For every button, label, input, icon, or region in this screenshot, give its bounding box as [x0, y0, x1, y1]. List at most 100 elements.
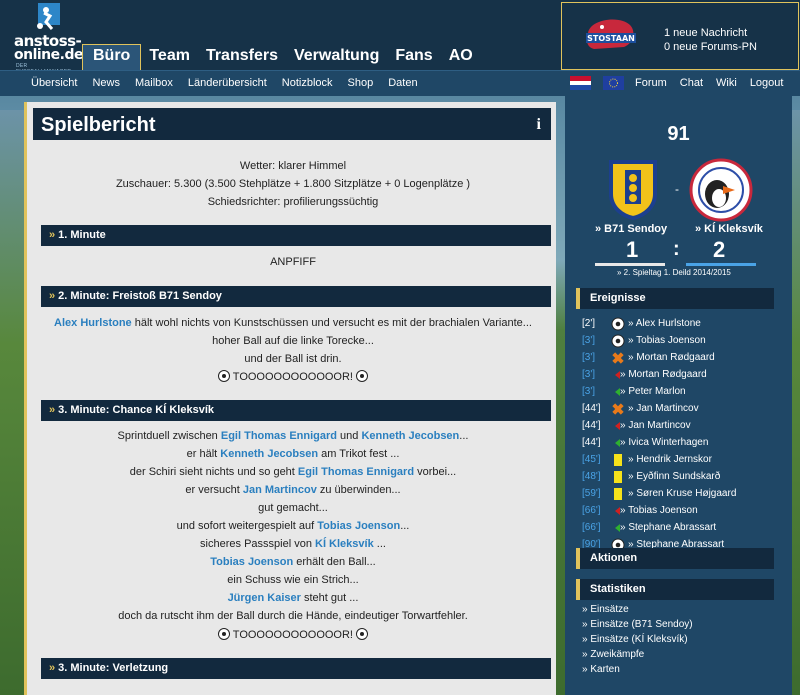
report-line: hoher Ball auf die linke Torecke...	[212, 335, 374, 347]
event-player-link[interactable]: » Tobias Joenson	[628, 335, 706, 346]
report-line: Alex Hurlstone hält wohl nichts von Kuns…	[54, 317, 532, 329]
player-link[interactable]: Tobias Joenson	[210, 556, 293, 568]
event-row: [66'] » Tobias Joenson	[582, 503, 782, 520]
forum-link[interactable]: Forum	[635, 77, 667, 89]
event-minute: [44']	[582, 420, 601, 431]
user-box: STOSTAAN 1 neue Nachricht 0 neue Forums-…	[561, 2, 799, 70]
event-minute: [3']	[582, 352, 596, 363]
stats-header[interactable]: Statistiken	[576, 579, 774, 600]
away-crest-icon[interactable]	[689, 158, 753, 222]
event-player-link[interactable]: » Mortan Rødgaard	[620, 369, 707, 380]
stats-link-einsaetze[interactable]: » Einsätze	[582, 604, 693, 619]
logo-text-line2: online.de	[14, 47, 83, 63]
score-separator: :	[673, 238, 680, 260]
event-minute: [45']	[582, 454, 601, 465]
stats-link-zweikaempfe[interactable]: » Zweikämpfe	[582, 649, 693, 664]
events-list: [2'] » Alex Hurlstone [3'] » Tobias Joenson…	[582, 316, 782, 554]
subnav-daten[interactable]: Daten	[388, 77, 417, 89]
site-logo[interactable]: anstoss- online.de DER FUSSBALLMANAGER	[14, 2, 83, 75]
injury-icon	[611, 402, 625, 416]
home-color-bar	[595, 263, 665, 266]
event-minute: [44']	[582, 403, 601, 414]
events-header[interactable]: Ereignisse	[576, 288, 774, 309]
nav-ao[interactable]: AO	[441, 44, 481, 70]
forum-pm-link[interactable]: 0 neue Forums-PN	[664, 41, 757, 53]
nav-fans[interactable]: Fans	[387, 44, 440, 70]
stadium-backdrop-right	[792, 110, 800, 695]
yellow-card-icon	[611, 470, 625, 484]
nav-buero[interactable]: Büro	[82, 44, 142, 70]
eu-flag-icon[interactable]	[603, 76, 624, 90]
subnav-mailbox[interactable]: Mailbox	[135, 77, 173, 89]
player-link[interactable]: Jürgen Kaiser	[228, 592, 301, 604]
player-link[interactable]: Alex Hurlstone	[54, 317, 132, 329]
event-player-link[interactable]: » Tobias Joenson	[620, 505, 698, 516]
team-link[interactable]: KÍ Kleksvík	[315, 538, 374, 550]
logo-player-icon	[37, 3, 60, 30]
event-player-link[interactable]: » Hendrik Jernskor	[628, 454, 712, 465]
club-logo-icon[interactable]: STOSTAAN	[580, 13, 642, 59]
home-crest-icon[interactable]	[607, 160, 659, 220]
injury-icon	[611, 351, 625, 365]
subnav-news[interactable]: News	[92, 77, 120, 89]
event-row: [3'] » Peter Marlon	[582, 384, 782, 401]
logo-text-line1: anstoss-	[14, 32, 82, 50]
section-minute-2: » 2. Minute: Freistoß B71 Sendoy	[41, 286, 551, 307]
event-player-link[interactable]: » Søren Kruse Højgaard	[628, 488, 736, 499]
player-link[interactable]: Egil Thomas Ennigard	[298, 466, 414, 478]
nav-team[interactable]: Team	[141, 44, 198, 70]
player-link[interactable]: Tobias Joenson	[317, 520, 400, 532]
home-team-link[interactable]: » B71 Sendoy	[595, 223, 667, 235]
player-link[interactable]: Jan Martincov	[243, 484, 317, 496]
nav-verwaltung[interactable]: Verwaltung	[286, 44, 387, 70]
event-player-link[interactable]: » Eyðfinn Sundskarð	[628, 471, 720, 482]
event-minute: [44']	[582, 437, 601, 448]
stats-link-einsaetze-away[interactable]: » Einsätze (KÍ Kleksvík)	[582, 634, 693, 649]
football-icon	[217, 628, 230, 640]
event-player-link[interactable]: » Mortan Rødgaard	[628, 352, 715, 363]
new-message-link[interactable]: 1 neue Nachricht	[664, 27, 747, 39]
chat-link[interactable]: Chat	[680, 77, 703, 89]
wiki-link[interactable]: Wiki	[716, 77, 737, 89]
player-link[interactable]: Egil Thomas Ennigard	[221, 430, 337, 442]
event-player-link[interactable]: » Ivica Winterhagen	[620, 437, 708, 448]
event-player-link[interactable]: » Alex Hurlstone	[628, 318, 701, 329]
matchday-link[interactable]: » 2. Spieltag 1. Deild 2014/2015	[617, 268, 731, 277]
info-icon[interactable]: i	[537, 116, 541, 134]
report-line: Sprintduell zwischen Egil Thomas Ennigar…	[117, 430, 469, 442]
event-row: [44'] » Jan Martincov	[582, 401, 782, 418]
away-team-link[interactable]: » KÍ Kleksvík	[695, 223, 763, 235]
report-line: ein Schuss wie ein Strich...	[227, 574, 359, 586]
stadium-backdrop-left	[0, 110, 24, 695]
event-row: [3'] » Mortan Rødgaard	[582, 367, 782, 384]
event-player-link[interactable]: » Stephane Abrassart	[620, 522, 716, 533]
event-minute: [3']	[582, 369, 596, 380]
page-title: Spielbericht	[41, 114, 156, 136]
event-row: [44'] » Jan Martincov	[582, 418, 782, 435]
away-score: 2	[713, 237, 726, 262]
subnav-shop[interactable]: Shop	[348, 77, 374, 89]
nav-transfers[interactable]: Transfers	[198, 44, 286, 70]
logout-link[interactable]: Logout	[750, 77, 784, 89]
player-link[interactable]: Kenneth Jecobsen	[361, 430, 459, 442]
report-line: und der Ball ist drin.	[244, 353, 342, 365]
score-dash: -	[675, 182, 679, 196]
match-report-panel: Spielbericht i Wetter: klarer Himmel Zus…	[24, 102, 556, 695]
event-row: [2'] » Alex Hurlstone	[582, 316, 782, 333]
subnav-laenderuebersicht[interactable]: Länderübersicht	[188, 77, 267, 89]
stats-link-einsaetze-home[interactable]: » Einsätze (B71 Sendoy)	[582, 619, 693, 634]
weather-text: Wetter: klarer Himmel	[239, 160, 347, 172]
event-player-link[interactable]: » Peter Marlon	[620, 386, 686, 397]
subnav-uebersicht[interactable]: Übersicht	[31, 77, 77, 89]
player-link[interactable]: Kenneth Jecobsen	[220, 448, 318, 460]
stats-link-karten[interactable]: » Karten	[582, 664, 693, 679]
football-icon	[356, 370, 369, 382]
event-player-link[interactable]: » Jan Martincov	[620, 420, 691, 431]
report-line: Jürgen Kaiser steht gut ...	[227, 592, 359, 604]
subnav-notizblock[interactable]: Notizblock	[282, 77, 333, 89]
event-player-link[interactable]: » Jan Martincov	[628, 403, 699, 414]
dutch-flag-icon[interactable]	[570, 76, 591, 90]
actions-header[interactable]: Aktionen	[576, 548, 774, 569]
event-minute: [66']	[582, 505, 601, 516]
match-sidebar: 91 - » B71 Sendoy » KÍ Kleksvík 1 : 2 » …	[565, 96, 792, 695]
